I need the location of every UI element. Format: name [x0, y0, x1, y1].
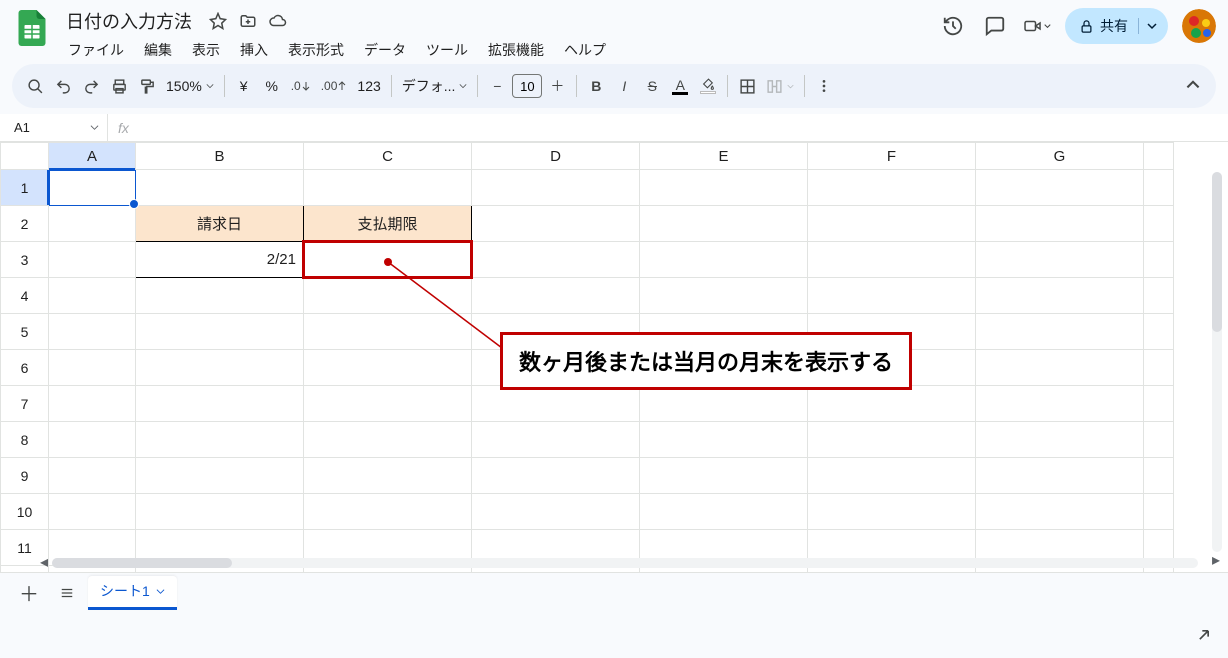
- toolbar: 150% ¥ % .0 .00 123 デフォ... − 10 ＋ B I S …: [12, 64, 1216, 108]
- search-menus-icon[interactable]: [22, 72, 48, 100]
- move-icon[interactable]: [238, 11, 258, 31]
- share-button[interactable]: 共有: [1065, 8, 1168, 44]
- col-header-G[interactable]: G: [976, 143, 1144, 170]
- undo-icon[interactable]: [50, 72, 76, 100]
- spreadsheet-grid[interactable]: A B C D E F G 1 2 請求日支払期限 3 2/21 4 5 6 7 8…: [0, 142, 1228, 572]
- vertical-scrollbar[interactable]: [1212, 172, 1222, 552]
- number-format-dropdown[interactable]: 123: [353, 72, 384, 100]
- sheet-tab-label: シート1: [100, 581, 150, 601]
- format-percent-icon[interactable]: %: [259, 72, 285, 100]
- format-currency-icon[interactable]: ¥: [231, 72, 257, 100]
- col-header-A[interactable]: A: [49, 143, 136, 170]
- row-header-9[interactable]: 9: [1, 458, 49, 494]
- bold-icon[interactable]: B: [583, 72, 609, 100]
- formula-input[interactable]: [139, 114, 1228, 141]
- row-header-1[interactable]: 1: [1, 170, 49, 206]
- account-avatar[interactable]: [1182, 9, 1216, 43]
- cloud-status-icon[interactable]: [268, 11, 288, 31]
- menu-bar: ファイル 編集 表示 挿入 表示形式 データ ツール 拡張機能 ヘルプ: [60, 36, 939, 64]
- select-all-corner[interactable]: [1, 143, 49, 170]
- add-sheet-icon[interactable]: ＋: [12, 578, 46, 608]
- print-icon[interactable]: [106, 72, 132, 100]
- col-header-C[interactable]: C: [304, 143, 472, 170]
- cell-B2[interactable]: 請求日: [136, 206, 304, 242]
- text-color-icon[interactable]: A: [667, 72, 693, 100]
- fill-color-icon[interactable]: [695, 72, 721, 100]
- menu-tools[interactable]: ツール: [418, 36, 476, 64]
- cell-B3[interactable]: 2/21: [136, 242, 304, 278]
- row-header-8[interactable]: 8: [1, 422, 49, 458]
- menu-help[interactable]: ヘルプ: [556, 36, 614, 64]
- menu-insert[interactable]: 挿入: [232, 36, 276, 64]
- name-box[interactable]: A1: [0, 114, 108, 141]
- share-dropdown-icon[interactable]: [1138, 18, 1156, 34]
- sheets-logo[interactable]: [12, 8, 52, 48]
- font-family-dropdown[interactable]: デフォ...: [398, 72, 472, 100]
- strikethrough-icon[interactable]: S: [639, 72, 665, 100]
- scroll-left-icon[interactable]: ◂: [36, 554, 52, 570]
- col-header-F[interactable]: F: [808, 143, 976, 170]
- menu-extensions[interactable]: 拡張機能: [480, 36, 552, 64]
- zoom-dropdown[interactable]: 150%: [162, 72, 218, 100]
- sheet-tab-menu-icon[interactable]: [156, 587, 165, 596]
- row-header-2[interactable]: 2: [1, 206, 49, 242]
- borders-icon[interactable]: [734, 72, 760, 100]
- col-header-D[interactable]: D: [472, 143, 640, 170]
- all-sheets-icon[interactable]: [50, 578, 84, 608]
- explore-icon[interactable]: [1194, 625, 1214, 650]
- row-header-5[interactable]: 5: [1, 314, 49, 350]
- history-icon[interactable]: [939, 12, 967, 40]
- collapse-toolbar-icon[interactable]: [1180, 72, 1206, 100]
- col-header-B[interactable]: B: [136, 143, 304, 170]
- name-box-value: A1: [14, 120, 30, 135]
- font-size-decrease-icon[interactable]: −: [484, 72, 510, 100]
- col-header-E[interactable]: E: [640, 143, 808, 170]
- menu-edit[interactable]: 編集: [136, 36, 180, 64]
- row-header-6[interactable]: 6: [1, 350, 49, 386]
- sheet-tab-1[interactable]: シート1: [88, 576, 177, 610]
- more-toolbar-icon[interactable]: [811, 72, 837, 100]
- row-header-7[interactable]: 7: [1, 386, 49, 422]
- star-icon[interactable]: [208, 11, 228, 31]
- menu-view[interactable]: 表示: [184, 36, 228, 64]
- annotation-box: 数ヶ月後または当月の月末を表示する: [500, 332, 912, 390]
- annotation-text: 数ヶ月後または当月の月末を表示する: [519, 350, 893, 375]
- increase-decimal-icon[interactable]: .00: [317, 72, 352, 100]
- row-header-4[interactable]: 4: [1, 278, 49, 314]
- doc-title[interactable]: 日付の入力方法: [60, 6, 198, 36]
- cell-C2[interactable]: 支払期限: [304, 206, 472, 242]
- italic-icon[interactable]: I: [611, 72, 637, 100]
- comments-icon[interactable]: [981, 12, 1009, 40]
- menu-file[interactable]: ファイル: [60, 36, 132, 64]
- redo-icon[interactable]: [78, 72, 104, 100]
- paint-format-icon[interactable]: [134, 72, 160, 100]
- scroll-right-icon[interactable]: ▸: [1208, 552, 1224, 568]
- share-label: 共有: [1100, 16, 1128, 36]
- cell-C3[interactable]: [304, 242, 472, 278]
- row-header-3[interactable]: 3: [1, 242, 49, 278]
- font-size-input[interactable]: 10: [512, 74, 542, 98]
- meet-icon[interactable]: [1023, 12, 1051, 40]
- row-header-10[interactable]: 10: [1, 494, 49, 530]
- menu-format[interactable]: 表示形式: [280, 36, 352, 64]
- font-size-increase-icon[interactable]: ＋: [544, 72, 570, 100]
- cell-A1[interactable]: [49, 170, 136, 206]
- menu-data[interactable]: データ: [356, 36, 414, 64]
- decrease-decimal-icon[interactable]: .0: [287, 72, 315, 100]
- horizontal-scrollbar[interactable]: [52, 558, 1198, 568]
- merge-cells-icon[interactable]: [762, 72, 798, 100]
- fx-icon: fx: [108, 120, 139, 136]
